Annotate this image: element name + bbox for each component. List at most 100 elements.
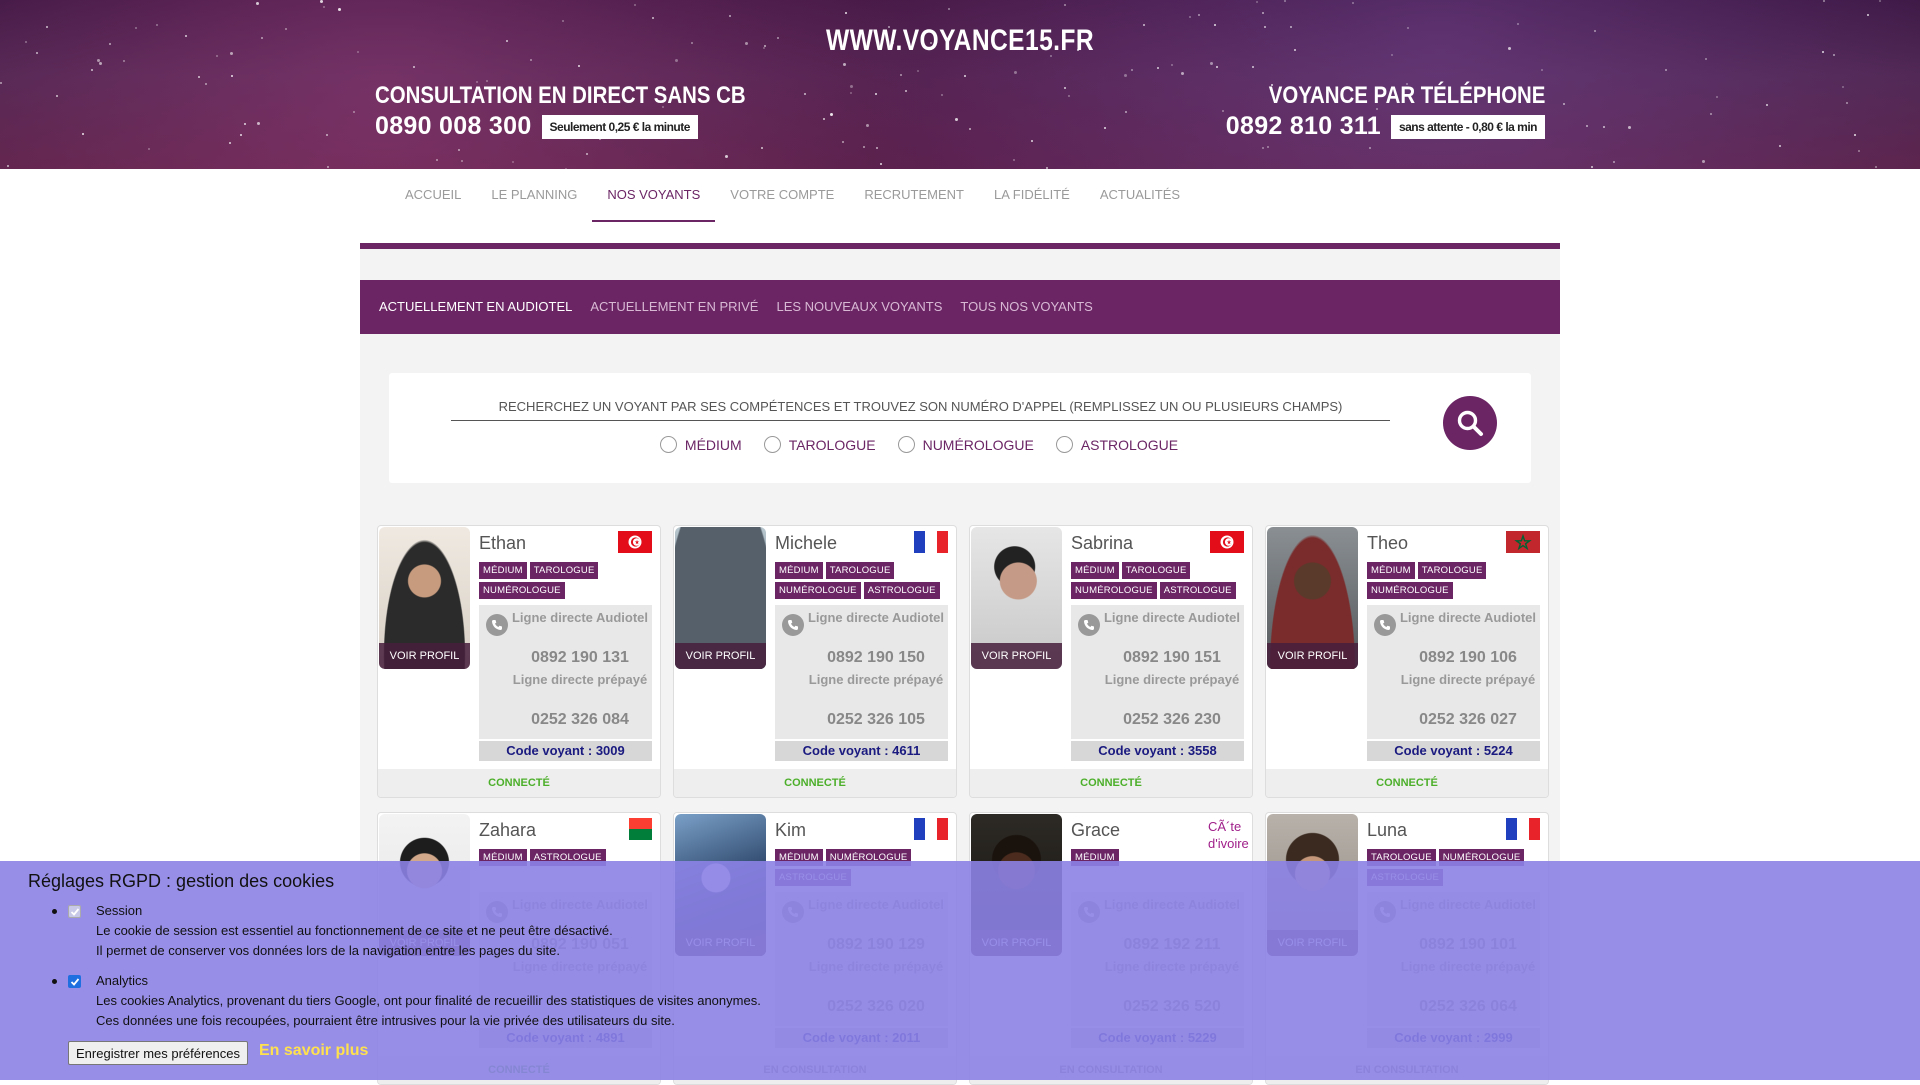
voyant-name[interactable]: Sabrina [1071,533,1133,554]
prepaye-number[interactable]: 0252 326 027 [1397,711,1539,729]
prepaye-line-label: Ligne directe prépayé [808,672,944,687]
prepaye-number[interactable]: 0252 326 230 [1101,711,1243,729]
prepaye-line-label: Ligne directe prépayé [1400,672,1536,687]
filter-radio[interactable] [897,436,915,453]
skill-tag: NUMÉROLOGUE [1367,582,1453,599]
skill-tags: MÉDIUM TAROLOGUE NUMÉROLOGUE [479,562,657,599]
search-button[interactable] [1443,396,1497,450]
learn-more-link[interactable]: En savoir plus [259,1042,368,1060]
skill-tag: TAROLOGUE [529,562,599,579]
audiotel-number[interactable]: 0892 190 151 [1101,649,1243,667]
france-flag-icon [914,531,948,553]
voyant-name[interactable]: Luna [1367,820,1407,841]
prepaye-line-label: Ligne directe prépayé [512,672,648,687]
subnav-item-les-nouveaux-voyants[interactable]: LES NOUVEAUX VOYANTS [767,280,951,334]
status-badge: CONNECTÉ [674,769,956,797]
voyant-name[interactable]: Theo [1367,533,1408,554]
sub-navigation: ACTUELLEMENT EN AUDIOTEL ACTUELLEMENT EN … [360,280,1560,334]
morocco-flag-icon [1506,531,1540,553]
voyant-photo[interactable]: VOIR PROFIL [675,527,766,669]
skill-tag: NUMÉROLOGUE [1071,582,1157,599]
phone-lines-box: Ligne directe Audiotel 0892 190 131 Ligne … [479,605,652,739]
bullet [52,979,57,984]
filter-label: NUMÉROLOGUE [922,436,1034,453]
prepaye-line-label: Ligne directe prépayé [1104,672,1240,687]
nav-item-le-planning[interactable]: LE PLANNING [476,169,592,222]
subnav-item-actuellement-en-audiotel[interactable]: ACTUELLEMENT EN AUDIOTEL [370,280,581,334]
filter-radio[interactable] [1055,436,1073,453]
audiotel-number[interactable]: 0892 190 106 [1397,649,1539,667]
voyant-code: Code voyant : 5224 [1367,741,1540,761]
voir-profil-button[interactable]: VOIR PROFIL [1267,643,1358,669]
consultation-phone[interactable]: 0890 008 300 [375,112,532,141]
voyant-code: Code voyant : 3009 [479,741,652,761]
nav-item-votre-compte[interactable]: VOTRE COMPTE [715,169,849,222]
voir-profil-button[interactable]: VOIR PROFIL [971,643,1062,669]
phone-icon [1374,614,1396,636]
search-icon [1457,410,1483,436]
skill-tag: NUMÉROLOGUE [479,582,565,599]
nav-item-nos-voyants[interactable]: NOS VOYANTS [592,169,716,222]
filter-label: TAROLOGUE [788,436,876,453]
status-badge: CONNECTÉ [970,769,1252,797]
filter-option[interactable]: MÉDIUM [659,436,742,453]
filter-option[interactable]: TAROLOGUE [763,436,876,453]
search-box: MÉDIUM TAROLOGUE NUMÉROLOGUE ASTROLOGUE [389,373,1531,483]
consultation-heading: CONSULTATION EN DIRECT SANS CB [375,82,746,109]
voir-profil-button[interactable]: VOIR PROFIL [675,643,766,669]
voyant-name[interactable]: Ethan [479,533,526,554]
cookie-consent-panel: Réglages RGPD : gestion des cookies Sess… [0,861,1920,1080]
voir-profil-button[interactable]: VOIR PROFIL [379,643,470,669]
subnav-item-actuellement-en-priv-[interactable]: ACTUELLEMENT EN PRIVÉ [581,280,767,334]
voyant-photo[interactable]: VOIR PROFIL [971,527,1062,669]
audiotel-number[interactable]: 0892 190 131 [509,649,651,667]
voyant-card: VOIR PROFIL Sabrina MÉDIUM TAROLOGUE NUMÉROL… [969,525,1253,798]
status-badge: CONNECTÉ [378,769,660,797]
telephone-phone[interactable]: 0892 810 311 [1226,112,1381,141]
prepaye-number[interactable]: 0252 326 084 [509,711,651,729]
telephone-price-badge: sans attente - 0,80 € la min [1390,114,1545,139]
voyant-name[interactable]: Michele [775,533,837,554]
search-input[interactable] [451,392,1390,421]
voyant-photo[interactable]: VOIR PROFIL [1267,527,1358,669]
filter-option[interactable]: NUMÉROLOGUE [897,436,1034,453]
filter-radio[interactable] [763,436,781,453]
phone-icon [782,614,804,636]
filter-option[interactable]: ASTROLOGUE [1055,436,1179,453]
site-title[interactable]: WWW.VOYANCE15.FR [173,24,1747,58]
audiotel-line-label: Ligne directe Audiotel [1103,610,1241,625]
tunisia-flag-icon [1210,531,1244,553]
session-checkbox[interactable] [68,905,81,918]
nav-item-accueil[interactable]: ACCUEIL [390,169,476,222]
voyant-name[interactable]: Zahara [479,820,536,841]
status-badge: CONNECTÉ [1266,769,1548,797]
voyant-name[interactable]: Kim [775,820,806,841]
skill-tag: TAROLOGUE [1417,562,1487,579]
filter-radio[interactable] [659,436,677,453]
nav-item-actualit-s[interactable]: ACTUALITÉS [1085,169,1195,222]
skill-tag: MÉDIUM [1367,562,1415,579]
voyant-photo[interactable]: VOIR PROFIL [379,527,470,669]
analytics-checkbox[interactable] [68,975,81,988]
save-preferences-button[interactable]: Enregistrer mes préférences [68,1041,249,1065]
voyant-name[interactable]: Grace [1071,820,1120,841]
skill-tag: ASTROLOGUE [863,582,940,599]
session-description-1: Le cookie de session est essentiel au fo… [96,923,613,938]
audiotel-number[interactable]: 0892 190 150 [805,649,947,667]
subnav-item-tous-nos-voyants[interactable]: TOUS NOS VOYANTS [951,280,1101,334]
header-consultation-block: CONSULTATION EN DIRECT SANS CB 0890 008 … [375,82,811,141]
skill-tag: MÉDIUM [479,562,527,579]
prepaye-number[interactable]: 0252 326 105 [805,711,947,729]
skill-tag: MÉDIUM [1071,562,1119,579]
filter-label: ASTROLOGUE [1080,436,1179,453]
nav-item-la-fid-lit-[interactable]: LA FIDÉLITÉ [979,169,1085,222]
skill-tag: NUMÉROLOGUE [775,582,861,599]
madagascar-flag-icon [618,818,652,840]
nav-item-recrutement[interactable]: RECRUTEMENT [849,169,979,222]
main-navigation: ACCUEIL LE PLANNING NOS VOYANTS VOTRE COMPT… [390,169,1195,222]
skill-filters: MÉDIUM TAROLOGUE NUMÉROLOGUE ASTROLOGUE [389,436,1449,453]
skill-tag: TAROLOGUE [825,562,895,579]
voyant-card: VOIR PROFIL Ethan MÉDIUM TAROLOGUE NUMÉROLOG… [377,525,661,798]
country-label: CÃ´te d'ivoire [1208,819,1249,851]
analytics-description-2: Ces données une fois recoupées, pourraie… [96,1013,675,1028]
